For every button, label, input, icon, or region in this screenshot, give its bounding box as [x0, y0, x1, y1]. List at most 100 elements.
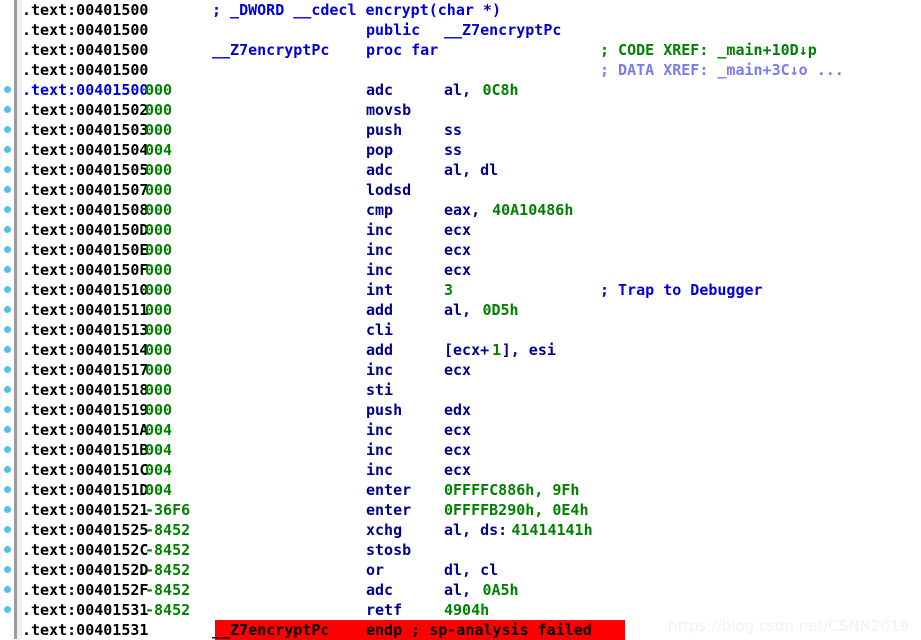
line-address: .text:00401500: [22, 1, 149, 19]
stack-pointer-delta: 000: [145, 321, 173, 339]
instruction-mnemonic: adc: [366, 81, 394, 99]
line-address: .text:00401511: [22, 301, 149, 319]
disassembly-line[interactable]: .text:0040151C 004 inc ecx: [0, 460, 921, 480]
disassembly-line[interactable]: .text:00401511 000 add al, 0D5h: [0, 300, 921, 320]
instruction-mnemonic: proc far: [366, 41, 439, 59]
line-address: .text:0040152D: [22, 561, 149, 579]
instruction-mnemonic: lodsd: [366, 181, 412, 199]
disassembly-line[interactable]: .text:00401508 000 cmp eax, 40A10486h: [0, 200, 921, 220]
instruction-operand: ecx: [444, 421, 472, 439]
instruction-operand: al,: [444, 581, 481, 599]
operand-immediate: 41414141h: [511, 521, 593, 539]
stack-pointer-delta: -36F6: [145, 501, 191, 519]
disassembly-line[interactable]: .text:0040151D 004 enter 0FFFFC886h, 9Fh: [0, 480, 921, 500]
stack-pointer-delta: 000: [145, 301, 173, 319]
instruction-mnemonic: cmp: [366, 201, 394, 219]
line-address: .text:00401505: [22, 161, 149, 179]
disassembly-line[interactable]: .text:0040152C -8452 stosb: [0, 540, 921, 560]
function-label: __Z7encryptPc: [212, 41, 330, 59]
stack-pointer-delta: 000: [145, 221, 173, 239]
line-address: .text:00401504: [22, 141, 149, 159]
instruction-mnemonic: push: [366, 401, 403, 419]
instruction-mnemonic: inc: [366, 421, 394, 439]
stack-pointer-delta: 004: [145, 481, 173, 499]
disassembly-line[interactable]: .text:00401500 __Z7encryptPc proc far ; COD…: [0, 40, 921, 60]
stack-pointer-delta: 000: [145, 261, 173, 279]
instruction-mnemonic: push: [366, 121, 403, 139]
instruction-mnemonic: int: [366, 281, 394, 299]
line-address: .text:00401531: [22, 621, 149, 639]
line-address: .text:00401513: [22, 321, 149, 339]
disassembly-line[interactable]: .text:0040151A 004 inc ecx: [0, 420, 921, 440]
instruction-mnemonic: add: [366, 301, 394, 319]
disassembly-line[interactable]: .text:00401505 000 adc al, dl: [0, 160, 921, 180]
disassembly-line[interactable]: .text:00401500 ; _DWORD __cdecl encrypt(c…: [0, 0, 921, 20]
instruction-operand: ss: [444, 141, 463, 159]
instruction-mnemonic: public: [366, 21, 421, 39]
disassembly-line[interactable]: .text:00401521 -36F6 enter 0FFFFB290h, 0E4h: [0, 500, 921, 520]
line-address: .text:00401531: [22, 601, 149, 619]
line-address: .text:0040151B: [22, 441, 149, 459]
instruction-mnemonic: add: [366, 341, 394, 359]
stack-pointer-delta: 000: [145, 381, 173, 399]
disassembly-line[interactable]: .text:0040152D -8452 or dl, cl: [0, 560, 921, 580]
instruction-mnemonic: enter: [366, 481, 412, 499]
line-address: .text:00401500: [22, 81, 149, 99]
disassembly-line[interactable]: .text:0040151B 004 inc ecx: [0, 440, 921, 460]
instruction-operand: al, dl: [444, 161, 499, 179]
line-address: .text:0040151C: [22, 461, 149, 479]
disassembly-line[interactable]: .text:00401510 000 int 3 ; Trap to Debugger: [0, 280, 921, 300]
disassembly-line[interactable]: .text:00401504 004 pop ss: [0, 140, 921, 160]
operand-immediate: 1: [492, 341, 502, 359]
operand-immediate: 0A5h: [482, 581, 519, 599]
operand-immediate: 3: [444, 281, 454, 299]
instruction-mnemonic: or: [366, 561, 385, 579]
line-address: .text:0040152F: [22, 581, 149, 599]
stack-pointer-delta: 000: [145, 241, 173, 259]
line-address: .text:0040150E: [22, 241, 149, 259]
operand-immediate: 4904h: [444, 601, 490, 619]
disassembly-line[interactable]: .text:00401514 000 add [ecx+ 1], esi: [0, 340, 921, 360]
disassembly-line[interactable]: .text:00401500 000 adc al, 0C8h: [0, 80, 921, 100]
disassembly-line[interactable]: .text:00401507 000 lodsd: [0, 180, 921, 200]
line-address: .text:00401510: [22, 281, 149, 299]
disassembly-line[interactable]: .text:00401500 public __Z7encryptPc: [0, 20, 921, 40]
code-line-list[interactable]: .text:00401500 ; _DWORD __cdecl encrypt(c…: [0, 0, 921, 640]
disassembly-line[interactable]: .text:00401503 000 push ss: [0, 120, 921, 140]
disassembly-line[interactable]: .text:00401500 ; DATA XREF: _main+3C↓o ..…: [0, 60, 921, 80]
instruction-operand: al,: [444, 81, 481, 99]
line-address: .text:00401508: [22, 201, 149, 219]
stack-pointer-delta: 000: [145, 81, 173, 99]
instruction-mnemonic: adc: [366, 581, 394, 599]
disassembly-line[interactable]: .text:00401502 000 movsb: [0, 100, 921, 120]
disassembly-line[interactable]: .text:00401519 000 push edx: [0, 400, 921, 420]
operand-immediate: 40A10486h: [492, 201, 574, 219]
disassembly-line[interactable]: .text:0040150E 000 inc ecx: [0, 240, 921, 260]
disassembly-line[interactable]: .text:00401513 000 cli: [0, 320, 921, 340]
disassembly-line[interactable]: .text:0040150D 000 inc ecx: [0, 220, 921, 240]
operand-immediate: 0FFFFC886h, 9Fh: [444, 481, 580, 499]
instruction-mnemonic: inc: [366, 441, 394, 459]
stack-pointer-delta: 000: [145, 161, 173, 179]
stack-pointer-delta: -8452: [145, 601, 191, 619]
line-address: .text:00401502: [22, 101, 149, 119]
instruction-operand: eax,: [444, 201, 490, 219]
disassembly-line[interactable]: .text:0040152F -8452 adc al, 0A5h: [0, 580, 921, 600]
instruction-mnemonic: movsb: [366, 101, 412, 119]
disassembly-view[interactable]: .text:00401500 ; _DWORD __cdecl encrypt(c…: [0, 0, 921, 640]
instruction-operand: ecx: [444, 441, 472, 459]
instruction-operand: ss: [444, 121, 463, 139]
instruction-mnemonic: inc: [366, 221, 394, 239]
instruction-mnemonic: stosb: [366, 541, 412, 559]
stack-pointer-delta: 004: [145, 421, 173, 439]
instruction-operand: __Z7encryptPc: [444, 21, 562, 39]
disassembly-line[interactable]: .text:00401517 000 inc ecx: [0, 360, 921, 380]
line-address: .text:00401507: [22, 181, 149, 199]
line-address: .text:00401514: [22, 341, 149, 359]
instruction-operand: ecx: [444, 461, 472, 479]
disassembly-line[interactable]: .text:00401525 -8452 xchg al, ds: 41414141h: [0, 520, 921, 540]
instruction-mnemonic: sti: [366, 381, 394, 399]
line-address: .text:00401525: [22, 521, 149, 539]
disassembly-line[interactable]: .text:00401518 000 sti: [0, 380, 921, 400]
disassembly-line[interactable]: .text:0040150F 000 inc ecx: [0, 260, 921, 280]
